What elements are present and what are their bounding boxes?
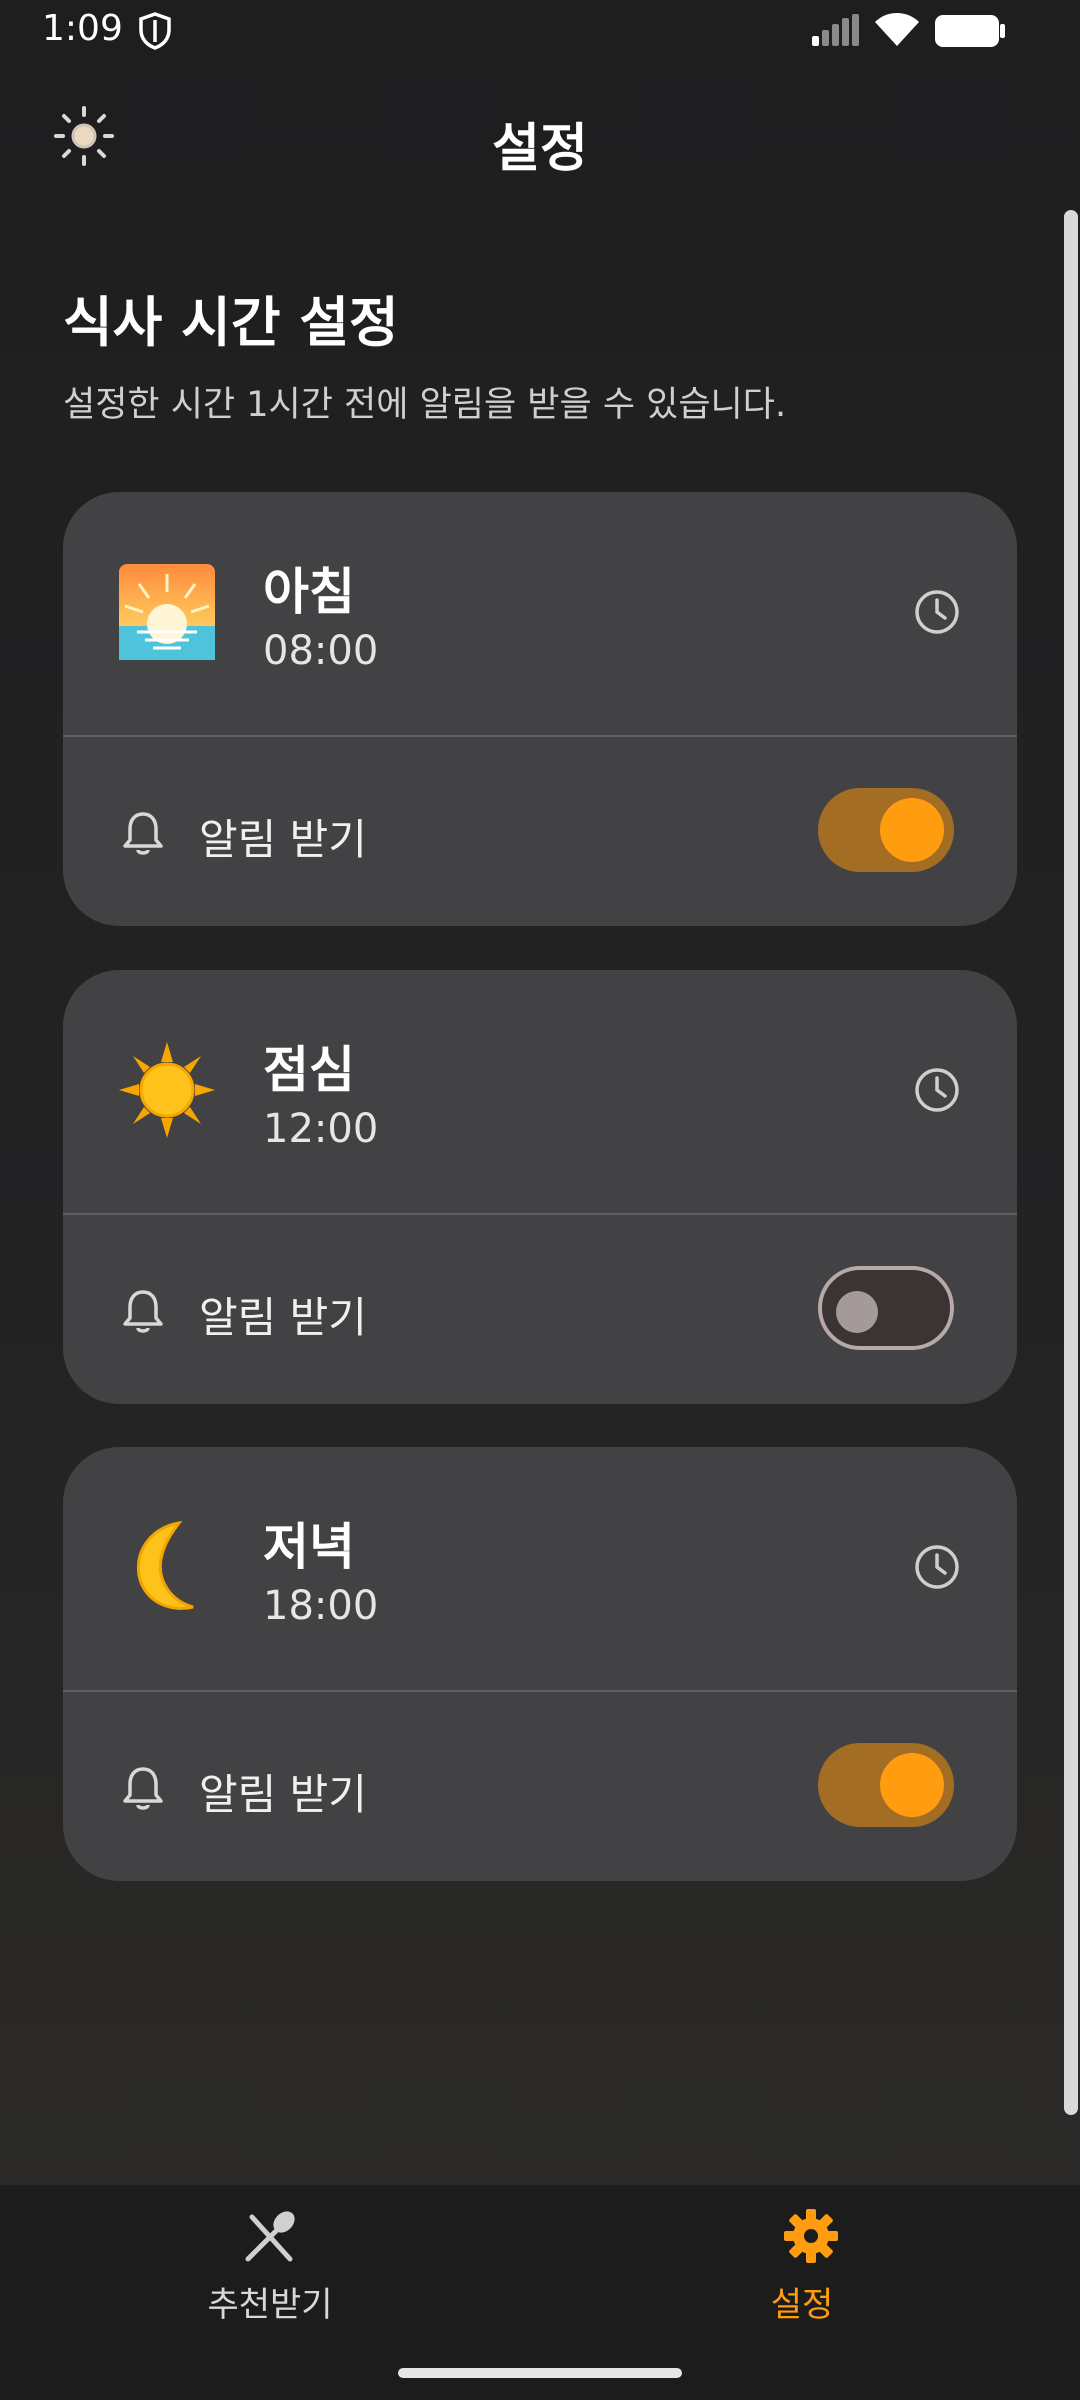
shield-icon [139, 12, 171, 50]
section-description: 설정한 시간 1시간 전에 알림을 받을 수 있습니다. [63, 385, 787, 425]
toggle-knob [836, 1291, 878, 1333]
page-title: 설정 [492, 119, 588, 179]
notify-label: 알림 받기 [199, 1293, 367, 1342]
gear-icon [784, 2209, 838, 2263]
home-indicator[interactable] [398, 2368, 682, 2378]
meal-time[interactable]: 18:00 [263, 1583, 378, 1629]
sunrise-icon [119, 564, 215, 660]
card-divider [63, 1213, 1017, 1215]
section-title: 식사 시간 설정 [63, 291, 399, 354]
card-divider [63, 735, 1017, 737]
meal-time[interactable]: 08:00 [263, 628, 378, 674]
status-bar: 1:09 [0, 0, 1080, 62]
notify-label: 알림 받기 [199, 1770, 367, 1819]
notify-toggle-lunch[interactable] [818, 1266, 954, 1350]
meal-card-dinner: 저녁 18:00 알림 받기 [63, 1447, 1017, 1881]
nav-label: 설정 [770, 2285, 834, 2325]
toggle-knob [880, 1753, 944, 1817]
toggle-knob [880, 798, 944, 862]
clock-icon[interactable] [913, 1543, 961, 1591]
scrollbar[interactable] [1064, 210, 1078, 2115]
bell-icon [123, 812, 163, 855]
bell-icon [123, 1767, 163, 1810]
notify-toggle-breakfast[interactable] [818, 788, 954, 872]
meal-name: 점심 [263, 1041, 355, 1099]
meal-card-lunch: 점심 12:00 알림 받기 [63, 970, 1017, 1404]
clock-icon[interactable] [913, 588, 961, 636]
meal-name: 아침 [263, 563, 355, 621]
wifi-icon [875, 13, 919, 46]
status-time: 1:09 [42, 8, 123, 49]
utensils-icon [245, 2211, 295, 2262]
crescent-moon-icon [136, 1520, 194, 1610]
battery-icon [935, 15, 1005, 47]
card-divider [63, 1690, 1017, 1692]
meal-name: 저녁 [263, 1518, 355, 1576]
app-header: 설정 [0, 90, 1080, 186]
meal-time[interactable]: 12:00 [263, 1106, 378, 1152]
nav-label: 추천받기 [207, 2285, 333, 2325]
sun-icon [119, 1042, 215, 1138]
signal-icon [812, 14, 859, 46]
meal-card-breakfast: 아침 08:00 알림 받기 [63, 492, 1017, 926]
nav-item-recommend[interactable]: 추천받기 [0, 2185, 540, 2335]
bell-icon [123, 1290, 163, 1333]
notify-toggle-dinner[interactable] [818, 1743, 954, 1827]
nav-item-settings[interactable]: 설정 [540, 2185, 1080, 2335]
clock-icon[interactable] [913, 1066, 961, 1114]
notify-label: 알림 받기 [199, 815, 367, 864]
